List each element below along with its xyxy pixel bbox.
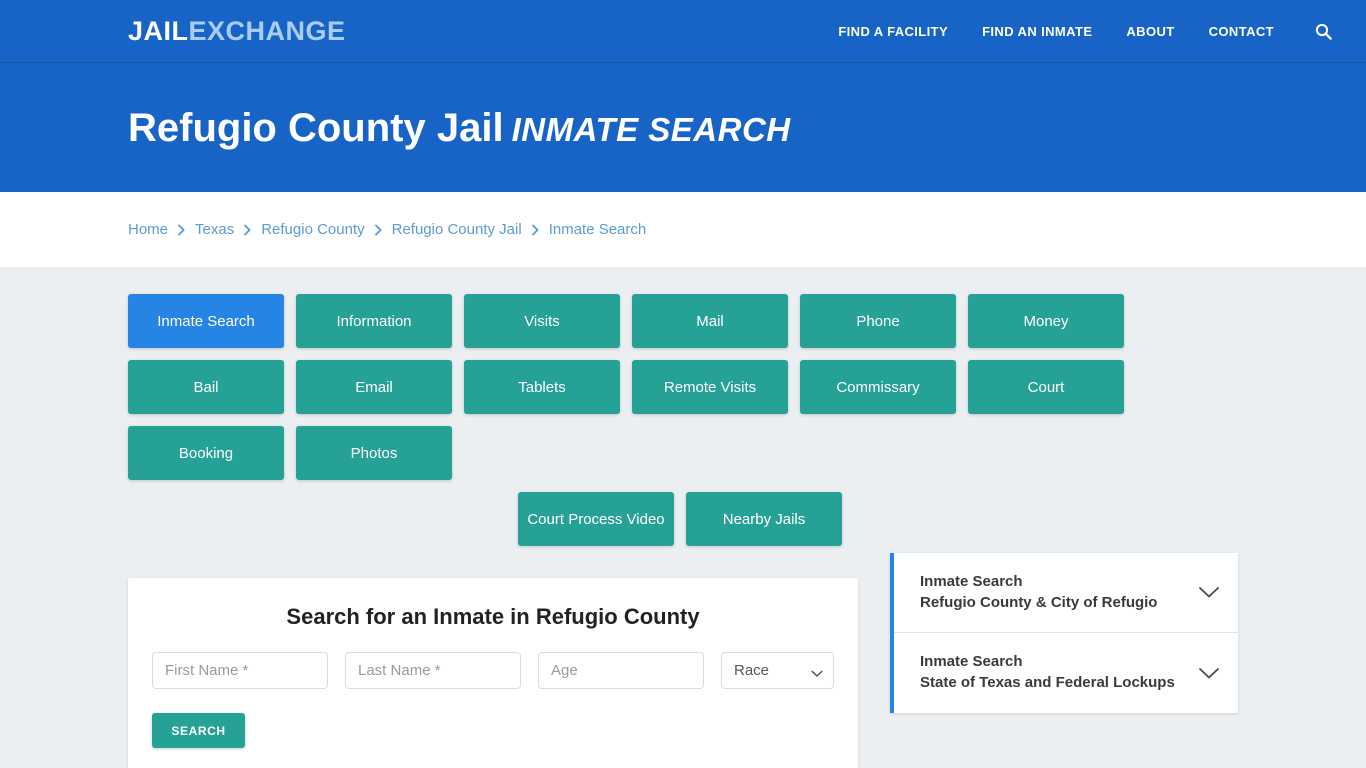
tab-email[interactable]: Email — [296, 360, 452, 414]
chevron-down-icon[interactable] — [1198, 586, 1220, 599]
accordion-item-county[interactable]: Inmate Search Refugio County & City of R… — [894, 553, 1238, 632]
tab-booking[interactable]: Booking — [128, 426, 284, 480]
chevron-down-icon[interactable] — [1198, 667, 1220, 680]
accordion-item-county-subtitle: Refugio County & City of Refugio — [920, 593, 1158, 611]
breadcrumb-band: Home Texas Refugio County Refugio County… — [0, 192, 1366, 267]
left-column: Search for an Inmate in Refugio County R… — [128, 578, 858, 768]
chevron-right-icon — [243, 224, 252, 236]
accordion-item-state-text: Inmate Search State of Texas and Federal… — [920, 652, 1186, 693]
facility-section-tabs-row3: Court Process Video Nearby Jails — [128, 492, 1232, 546]
page-title: Refugio County Jail INMATE SEARCH — [128, 108, 791, 148]
logo-text-jail: JAIL — [128, 15, 189, 46]
tab-court[interactable]: Court — [968, 360, 1124, 414]
tab-visits[interactable]: Visits — [464, 294, 620, 348]
breadcrumb-item-refugio-county[interactable]: Refugio County — [261, 221, 364, 238]
breadcrumb-item-refugio-county-jail[interactable]: Refugio County Jail — [392, 221, 522, 238]
breadcrumb: Home Texas Refugio County Refugio County… — [128, 221, 646, 238]
tab-phone[interactable]: Phone — [800, 294, 956, 348]
race-select[interactable]: Race — [721, 652, 834, 689]
tab-commissary[interactable]: Commissary — [800, 360, 956, 414]
accordion-item-county-text: Inmate Search Refugio County & City of R… — [920, 572, 1186, 613]
age-field[interactable] — [538, 652, 704, 689]
nav-find-a-facility[interactable]: FIND A FACILITY — [838, 24, 948, 39]
top-navigation-bar: JAILEXCHANGE FIND A FACILITY FIND AN INM… — [0, 0, 1366, 63]
breadcrumb-item-home[interactable]: Home — [128, 221, 168, 238]
search-form-row: Race — [152, 652, 834, 689]
right-column: Inmate Search Refugio County & City of R… — [890, 553, 1238, 713]
logo-text-exchange: EXCHANGE — [188, 15, 346, 46]
page-title-sub: INMATE SEARCH — [511, 110, 791, 148]
tab-tablets[interactable]: Tablets — [464, 360, 620, 414]
tab-nearby-jails[interactable]: Nearby Jails — [686, 492, 842, 546]
inmate-search-card: Search for an Inmate in Refugio County R… — [128, 578, 858, 768]
accordion-item-state-subtitle: State of Texas and Federal Lockups — [920, 674, 1175, 692]
page-title-main: Refugio County Jail — [128, 105, 504, 150]
facility-section-tabs: Inmate Search Information Visits Mail Ph… — [128, 294, 1232, 480]
search-icon[interactable] — [1312, 20, 1334, 42]
last-name-field[interactable] — [345, 652, 521, 689]
tab-remote-visits[interactable]: Remote Visits — [632, 360, 788, 414]
page-hero: Refugio County Jail INMATE SEARCH — [0, 63, 1366, 192]
tab-information[interactable]: Information — [296, 294, 452, 348]
accordion-item-state-title: Inmate Search — [920, 653, 1023, 671]
nav-find-an-inmate[interactable]: FIND AN INMATE — [982, 24, 1092, 39]
nav-contact[interactable]: CONTACT — [1209, 24, 1274, 39]
search-card-title: Search for an Inmate in Refugio County — [286, 604, 700, 629]
site-logo[interactable]: JAILEXCHANGE — [128, 16, 346, 47]
breadcrumb-item-texas[interactable]: Texas — [195, 221, 234, 238]
search-submit-button[interactable]: SEARCH — [152, 713, 245, 748]
inmate-search-accordion: Inmate Search Refugio County & City of R… — [890, 553, 1238, 713]
chevron-right-icon — [374, 224, 383, 236]
tab-court-process-video[interactable]: Court Process Video — [518, 492, 674, 546]
breadcrumb-current: Inmate Search — [548, 221, 647, 238]
tab-photos[interactable]: Photos — [296, 426, 452, 480]
tab-inmate-search[interactable]: Inmate Search — [128, 294, 284, 348]
accordion-item-county-title: Inmate Search — [920, 573, 1023, 590]
accordion-item-state[interactable]: Inmate Search State of Texas and Federal… — [894, 632, 1238, 712]
nav-about[interactable]: ABOUT — [1126, 24, 1174, 39]
content-columns: Search for an Inmate in Refugio County R… — [128, 553, 1238, 768]
main-content: Inmate Search Information Visits Mail Ph… — [0, 267, 1366, 768]
chevron-right-icon — [531, 224, 540, 236]
tab-bail[interactable]: Bail — [128, 360, 284, 414]
chevron-right-icon — [177, 224, 186, 236]
first-name-field[interactable] — [152, 652, 328, 689]
primary-nav-links: FIND A FACILITY FIND AN INMATE ABOUT CON… — [838, 20, 1334, 42]
race-select-wrapper: Race — [721, 652, 834, 689]
tab-mail[interactable]: Mail — [632, 294, 788, 348]
tab-money[interactable]: Money — [968, 294, 1124, 348]
